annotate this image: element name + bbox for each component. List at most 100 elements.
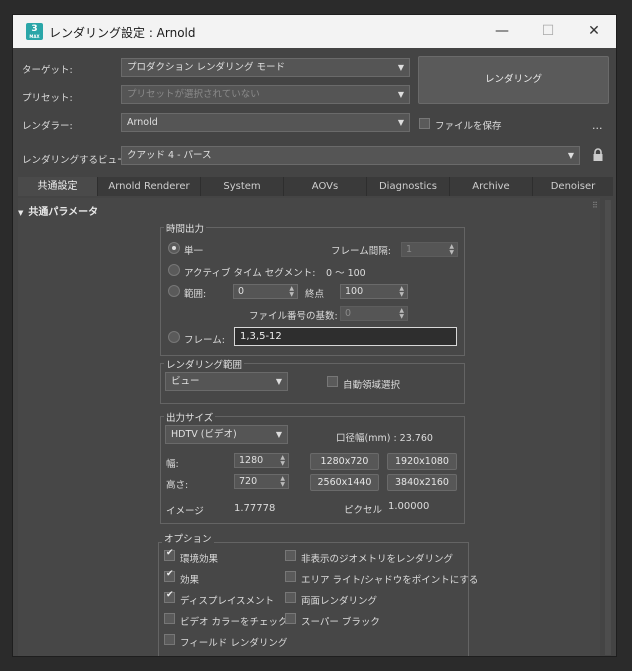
render-area-dropdown[interactable]: ビュー ▼: [165, 372, 288, 391]
tab-bar: 共通設定 Arnold Renderer System AOVs Diagnos…: [18, 177, 613, 196]
width-value: 1280: [239, 455, 264, 466]
spinner-arrows-icon: ▲ ▼: [280, 454, 285, 467]
chevron-down-icon: ▼: [567, 151, 574, 160]
area-lights-as-points-checkbox[interactable]: [285, 571, 296, 582]
tab-common[interactable]: 共通設定: [18, 177, 98, 196]
force-2-sided-checkbox[interactable]: [285, 592, 296, 603]
rollout-title: 共通パラメータ: [28, 207, 99, 218]
single-label: 単一: [184, 246, 204, 257]
tab-diagnostics[interactable]: Diagnostics: [367, 177, 450, 196]
render-setup-window: 3 MAX レンダリング設定 : Arnold — ☐ ✕ ターゲット: プロダク…: [12, 14, 617, 657]
tab-system[interactable]: System: [201, 177, 284, 196]
range-radio[interactable]: [168, 285, 180, 297]
scrollbar[interactable]: [605, 200, 611, 655]
active-segment-value: 0 〜 100: [326, 268, 366, 279]
grip-icon: ⠿: [592, 201, 598, 210]
close-button[interactable]: ✕: [571, 15, 616, 48]
width-spinner[interactable]: 1280 ▲ ▼: [234, 453, 289, 468]
displacement-label: ディスプレイスメント: [180, 596, 275, 607]
displacement-checkbox[interactable]: [164, 590, 175, 603]
video-color-check-checkbox[interactable]: [164, 613, 175, 624]
range-end-spinner[interactable]: 100 ▲ ▼: [340, 284, 408, 299]
height-label: 高さ:: [166, 480, 189, 491]
preset-1280x720-button[interactable]: 1280x720: [310, 453, 379, 470]
super-black-checkbox[interactable]: [285, 613, 296, 624]
auto-region-checkbox[interactable]: [327, 376, 338, 387]
render-button[interactable]: レンダリング: [418, 56, 609, 104]
active-segment-label: アクティブ タイム セグメント:: [184, 268, 316, 279]
time-output-title: 時間出力: [164, 221, 207, 235]
output-size-title: 出力サイズ: [164, 410, 216, 424]
file-number-spinner[interactable]: 0 ▲ ▼: [340, 306, 408, 321]
width-label: 幅:: [166, 459, 179, 470]
output-size-value: HDTV (ビデオ): [171, 429, 237, 440]
image-aspect-label: イメージ: [166, 506, 204, 517]
auto-region-label: 自動領域選択: [343, 380, 401, 391]
render-hidden-geometry-checkbox[interactable]: [285, 550, 296, 561]
more-options-button[interactable]: ...: [592, 119, 603, 132]
preset-value: プリセットが選択されていない: [127, 89, 260, 100]
file-number-label: ファイル番号の基数:: [249, 311, 338, 322]
spinner-arrows-icon: ▲ ▼: [449, 243, 454, 256]
tab-aovs[interactable]: AOVs: [284, 177, 367, 196]
range-start-value: 0: [238, 286, 245, 297]
range-end-value: 100: [345, 286, 364, 297]
minimize-button[interactable]: —: [479, 15, 525, 48]
active-segment-radio[interactable]: [168, 264, 180, 276]
field-render-checkbox[interactable]: [164, 634, 175, 645]
renderer-label: レンダラー:: [22, 121, 73, 132]
range-start-spinner[interactable]: 0 ▲ ▼: [233, 284, 298, 299]
environment-effects-checkbox[interactable]: [164, 548, 175, 561]
chevron-down-icon: ▼: [397, 63, 404, 72]
video-color-check-label: ビデオ カラーをチェック: [180, 617, 288, 628]
render-area-value: ビュー: [171, 376, 200, 387]
frame-interval-spinner[interactable]: 1 ▲ ▼: [401, 242, 458, 257]
frames-radio[interactable]: [168, 331, 180, 343]
target-label: ターゲット:: [22, 65, 73, 76]
frames-label: フレーム:: [184, 335, 225, 346]
preset-1920x1080-button[interactable]: 1920x1080: [387, 453, 457, 470]
single-radio[interactable]: [168, 242, 180, 254]
view-value: クアッド 4 - パース: [127, 150, 212, 161]
renderer-dropdown[interactable]: Arnold ▼: [121, 113, 410, 132]
effects-checkbox[interactable]: [164, 569, 175, 582]
pixel-aspect-value: 1.00000: [388, 501, 430, 512]
frames-input[interactable]: 1,3,5-12: [234, 327, 457, 346]
chevron-down-icon: ▼: [275, 377, 282, 386]
rollout-header[interactable]: ▼ 共通パラメータ: [18, 203, 98, 218]
app-icon-number: 3: [31, 24, 38, 34]
preset-dropdown[interactable]: プリセットが選択されていない ▼: [121, 85, 410, 104]
target-dropdown[interactable]: プロダクション レンダリング モード ▼: [121, 58, 410, 77]
maximize-button[interactable]: ☐: [525, 15, 571, 48]
app-icon: 3 MAX: [26, 23, 43, 40]
chevron-down-icon: ▼: [275, 430, 282, 439]
frame-interval-label: フレーム間隔:: [331, 246, 391, 257]
save-file-checkbox[interactable]: [419, 118, 430, 129]
tab-arnold-renderer[interactable]: Arnold Renderer: [98, 177, 201, 196]
environment-effects-label: 環境効果: [180, 554, 219, 565]
height-value: 720: [239, 476, 258, 487]
image-aspect-value: 1.77778: [234, 503, 276, 514]
force-2-sided-label: 両面レンダリング: [301, 596, 378, 607]
super-black-label: スーパー ブラック: [301, 617, 380, 628]
pixel-aspect-label: ピクセル: [344, 505, 383, 516]
render-area-title: レンダリング範囲: [164, 357, 245, 371]
preset-2560x1440-button[interactable]: 2560x1440: [310, 474, 379, 491]
frame-interval-value: 1: [406, 244, 413, 255]
preset-3840x2160-button[interactable]: 3840x2160: [387, 474, 457, 491]
view-label: レンダリングするビュー:: [22, 155, 130, 166]
tab-archive[interactable]: Archive: [450, 177, 533, 196]
lock-icon[interactable]: [592, 148, 604, 162]
tab-denoiser[interactable]: Denoiser: [533, 177, 613, 196]
render-hidden-geometry-label: 非表示のジオメトリをレンダリング: [301, 554, 454, 565]
chevron-down-icon: ▼: [397, 90, 404, 99]
save-file-label: ファイルを保存: [435, 121, 502, 132]
range-label: 範囲:: [184, 289, 207, 300]
height-spinner[interactable]: 720 ▲ ▼: [234, 474, 289, 489]
effects-label: 効果: [180, 575, 200, 586]
title-bar: 3 MAX レンダリング設定 : Arnold — ☐ ✕: [13, 15, 616, 48]
end-label: 終点: [305, 289, 325, 300]
area-lights-as-points-label: エリア ライト/シャドウをポイントにする: [301, 575, 479, 586]
output-size-dropdown[interactable]: HDTV (ビデオ) ▼: [165, 425, 288, 444]
view-dropdown[interactable]: クアッド 4 - パース ▼: [121, 146, 580, 165]
